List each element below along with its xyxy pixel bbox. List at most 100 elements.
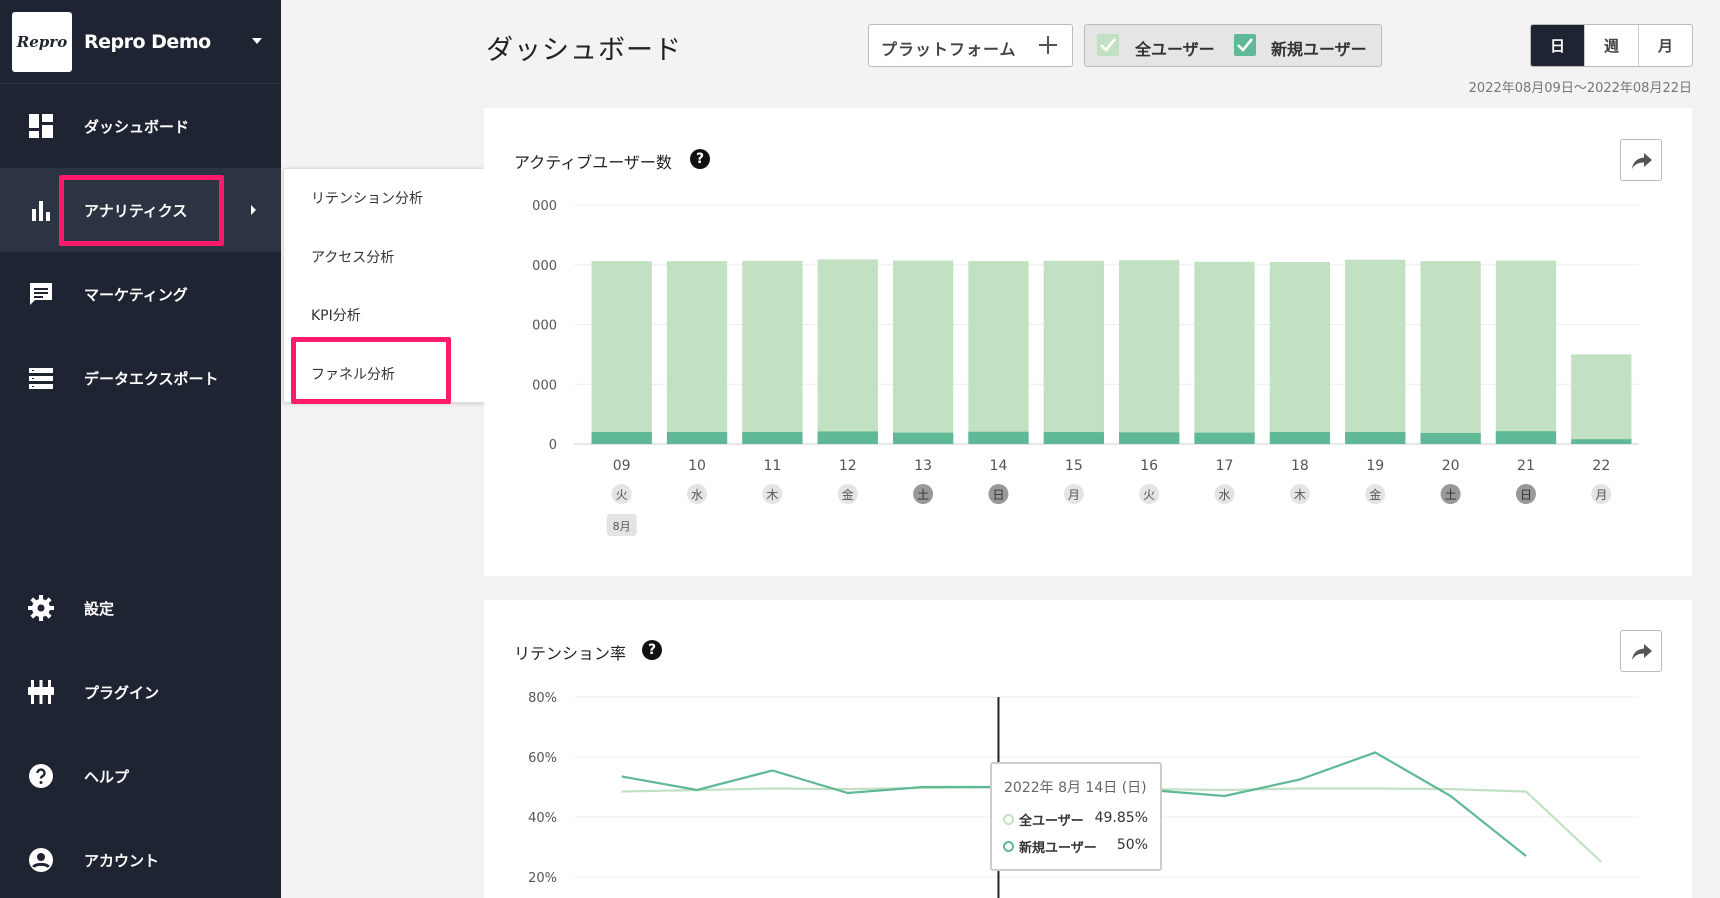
page-title: ダッシュボード	[486, 35, 682, 66]
weekday-badge	[1591, 484, 1612, 504]
bar-all-users	[892, 260, 954, 444]
highlight-frame-funnel	[291, 337, 451, 404]
y-tick-label: 80%	[528, 691, 557, 706]
weekday-badge	[1214, 484, 1235, 504]
x-tick-label: 20	[1442, 458, 1460, 474]
sidebar-item-plugins[interactable]: プラグイン	[0, 650, 281, 734]
bar-new-users	[892, 432, 954, 444]
weekday-badge	[762, 484, 783, 504]
platform-button[interactable]: プラットフォーム	[868, 24, 1073, 67]
sidebar-item-label: 設定	[84, 600, 115, 618]
sidebar-item-marketing[interactable]: マーケティング	[0, 252, 281, 336]
tooltip-label: 新規ユーザー	[1019, 841, 1097, 856]
new-users-checkbox[interactable]	[1234, 34, 1256, 56]
granularity-week-button[interactable]: 週	[1584, 25, 1638, 66]
dashboard-icon	[29, 114, 53, 138]
retention-card: リテンション率 ? 80% 60% 40% 20% 2022年 8月 14日 (日) …	[484, 600, 1692, 898]
x-tick-label: 13	[914, 458, 932, 474]
month-label: 8月	[613, 520, 631, 533]
sidebar-item-label: ダッシュボード	[84, 118, 190, 136]
y-tick-label: 40%	[528, 811, 557, 826]
bar-chart-icon	[32, 201, 50, 221]
weekday-badge	[837, 484, 858, 504]
bar-all-users	[968, 261, 1029, 444]
y-tick-label: 60%	[528, 751, 557, 766]
bar-new-users	[968, 431, 1029, 444]
x-tick-label: 21	[1517, 458, 1535, 474]
x-tick-label: 12	[839, 458, 857, 474]
help-icon[interactable]: ?	[690, 149, 710, 169]
weekday-label: 水	[691, 488, 703, 502]
bar-new-users	[817, 431, 878, 444]
tooltip-value: 50%	[1116, 837, 1148, 853]
bar-new-users	[1571, 439, 1632, 444]
y-tick-label: 20%	[528, 871, 557, 886]
sidebar-item-settings[interactable]: 設定	[0, 566, 281, 650]
granularity-month-button[interactable]: 月	[1638, 25, 1692, 66]
weekday-label: 日	[1520, 488, 1532, 502]
all-users-checkbox[interactable]	[1097, 34, 1119, 56]
card-title: アクティブユーザー数	[514, 153, 672, 172]
brand-header[interactable]: Repro Repro Demo	[0, 0, 281, 84]
sidebar-item-account[interactable]: アカウント	[0, 818, 281, 898]
weekday-label: 月	[1595, 488, 1607, 502]
x-tick-label: 17	[1216, 458, 1234, 474]
user-filter: 全ユーザー 新規ユーザー	[1084, 24, 1382, 67]
bar-all-users	[1345, 259, 1406, 444]
y-tick-label: 000	[532, 199, 557, 214]
y-tick-label: 000	[532, 319, 557, 334]
weekday-badge	[1289, 484, 1310, 504]
tooltip-value: 49.85%	[1094, 810, 1148, 826]
weekday-badge	[1515, 484, 1536, 504]
new-users-label: 新規ユーザー	[1271, 40, 1367, 59]
tooltip-date: 2022年 8月 14日 (日)	[1004, 780, 1147, 796]
chevron-right-icon	[251, 205, 256, 215]
bar-all-users	[1119, 260, 1180, 444]
bar-new-users	[1495, 431, 1557, 444]
sidebar-item-label: マーケティング	[84, 286, 188, 304]
submenu-item-kpi[interactable]: KPI分析	[311, 305, 361, 325]
sidebar-item-dashboard[interactable]: ダッシュボード	[0, 84, 281, 168]
weekday-label: 日	[992, 488, 1004, 502]
plugin-icon	[28, 680, 54, 704]
granularity-day-button[interactable]: 日	[1531, 25, 1584, 66]
x-tick-label: 18	[1291, 458, 1309, 474]
bar-all-users	[1194, 261, 1255, 444]
sidebar-item-label: アカウント	[84, 852, 160, 870]
bar-all-users	[1420, 261, 1481, 444]
weekday-label: 火	[616, 488, 628, 502]
highlight-frame-analytics	[59, 175, 224, 246]
weekday-badge	[611, 484, 632, 504]
y-tick-label: 0	[549, 438, 557, 453]
active-users-chart: 000000000000009火10水11木12金13土14日15月16火17水…	[532, 199, 1639, 536]
list-icon	[29, 368, 53, 389]
share-arrow-icon	[1632, 153, 1652, 169]
weekday-label: 土	[917, 488, 929, 502]
submenu-item-access[interactable]: アクセス分析	[311, 247, 394, 267]
submenu-item-retention[interactable]: リテンション分析	[311, 188, 423, 208]
share-button[interactable]	[1620, 139, 1662, 181]
sidebar-item-data-export[interactable]: データエクスポート	[0, 336, 281, 420]
bar-all-users	[1495, 260, 1557, 444]
weekday-label: 水	[1219, 488, 1231, 502]
weekday-badge	[1063, 484, 1084, 504]
weekday-label: 木	[766, 488, 778, 502]
chevron-down-icon[interactable]	[252, 38, 262, 44]
x-tick-label: 22	[1592, 458, 1610, 474]
active-users-card: アクティブユーザー数 ? 0 000 000 000 000 09 火 10 水 11 木 12 金 13…	[484, 108, 1692, 576]
chat-icon	[30, 283, 52, 305]
sidebar-item-help[interactable]: ヘルプ	[0, 734, 281, 818]
weekday-badge	[1139, 484, 1160, 504]
bar-all-users	[817, 259, 878, 444]
bar-new-users	[666, 432, 728, 444]
tooltip-label: 全ユーザー	[1019, 814, 1084, 829]
new-users-marker-icon	[1003, 841, 1014, 852]
platform-label: プラットフォーム	[881, 40, 1017, 59]
bar-new-users	[742, 432, 803, 444]
x-tick-label: 11	[763, 458, 781, 474]
bar-new-users	[1194, 432, 1255, 444]
bar-new-users	[1345, 432, 1406, 444]
y-tick-label: 000	[532, 378, 557, 393]
sidebar-item-label: プラグイン	[84, 684, 160, 702]
weekday-badge	[913, 484, 934, 504]
